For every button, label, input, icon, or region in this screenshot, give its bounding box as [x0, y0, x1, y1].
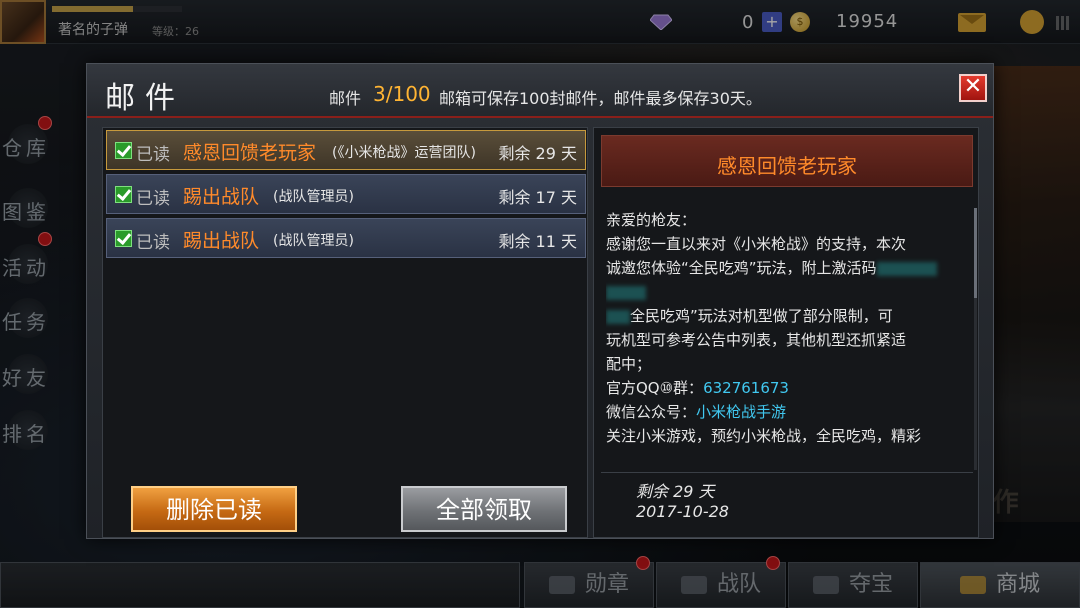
read-status: 已读 [136, 145, 170, 165]
mail-list-item[interactable]: 已读 踢出战队 (战队管理员) 剩余 11 天 [106, 218, 586, 258]
check-icon [115, 186, 132, 203]
read-status: 已读 [136, 189, 170, 209]
mail-body-text: 全民吃鸡”玩法对机型做了部分限制，可 [630, 307, 893, 325]
mail-detail: 感恩回馈老玩家 亲爱的枪友： 感谢您一直以来对《小米枪战》的支持，本次 诚邀您体… [593, 127, 979, 538]
mail-body-line: 感谢您一直以来对《小米枪战》的支持，本次 [606, 235, 907, 253]
wechat-label: 微信公众号： [606, 403, 697, 421]
mail-body-text: 诚邀您体验“全民吃鸡”玩法，附上激活码 [606, 259, 877, 277]
mail-body-line: 关注小米游戏，预约小米枪战，全民吃鸡，精彩 [606, 427, 922, 445]
mailbox-info-text: 邮箱可保存100封邮件，邮件最多保存30天。 [439, 89, 762, 108]
mail-dialog-header: 邮件 邮件 3/100 邮箱可保存100封邮件，邮件最多保存30天。 ✕ [87, 64, 993, 118]
mail-body-line: 亲爱的枪友： [606, 211, 697, 229]
mail-sender: (《小米枪战》运营团队) [332, 145, 476, 161]
mail-remaining-days: 剩余 17 天 [498, 188, 577, 207]
mail-body-line: 诚邀您体验“全民吃鸡”玩法，附上激活码 [606, 256, 972, 280]
read-status: 已读 [136, 233, 170, 253]
mail-count-label: 邮件 [329, 89, 362, 108]
mail-body-line [606, 280, 972, 304]
claim-all-button[interactable]: 全部领取 [401, 486, 567, 532]
mail-subject: 踢出战队 [183, 186, 260, 208]
mail-list-item[interactable]: 已读 踢出战队 (战队管理员) 剩余 17 天 [106, 174, 586, 214]
mail-detail-body[interactable]: 亲爱的枪友： 感谢您一直以来对《小米枪战》的支持，本次 诚邀您体验“全民吃鸡”玩… [606, 208, 972, 470]
mail-body-line: 微信公众号：小米枪战手游 [606, 400, 972, 424]
mail-detail-title-bar: 感恩回馈老玩家 [601, 135, 973, 187]
wechat-account[interactable]: 小米枪战手游 [696, 403, 786, 421]
qq-group-number[interactable]: 632761673 [703, 379, 789, 397]
redacted-code [606, 309, 630, 324]
mail-body-line: 官方QQ⑩群：632761673 [606, 376, 972, 400]
mail-body-line: 配中； [606, 355, 652, 373]
mail-remaining-days: 剩余 11 天 [498, 232, 577, 251]
mail-subject: 踢出战队 [183, 230, 260, 252]
detail-remaining-days: 剩余 29 天 [636, 482, 715, 501]
mail-subject: 感恩回馈老玩家 [183, 142, 317, 164]
check-icon [115, 230, 132, 247]
mail-sender: (战队管理员) [273, 233, 354, 249]
detail-scrollbar-thumb[interactable] [974, 208, 977, 298]
qq-label: 官方QQ⑩群： [606, 379, 704, 397]
redacted-code [876, 261, 937, 276]
mail-sender: (战队管理员) [273, 189, 354, 205]
mail-body-line: 全民吃鸡”玩法对机型做了部分限制，可 [606, 304, 972, 328]
detail-date: 2017-10-28 [636, 502, 729, 521]
mail-list-item[interactable]: 已读 感恩回馈老玩家 (《小米枪战》运营团队) 剩余 29 天 [106, 130, 586, 170]
mail-dialog-title: 邮件 [105, 81, 185, 116]
delete-read-button[interactable]: 删除已读 [131, 486, 297, 532]
mail-list: 已读 感恩回馈老玩家 (《小米枪战》运营团队) 剩余 29 天 已读 踢出战队 … [102, 127, 588, 538]
check-icon [115, 142, 132, 159]
mail-remaining-days: 剩余 29 天 [498, 144, 577, 163]
mail-count-value: 3/100 [373, 82, 431, 106]
redacted-code [606, 285, 646, 300]
mail-body-line: 玩机型可参考公告中列表，其他机型还抓紧适 [606, 331, 907, 349]
mail-dialog: 邮件 邮件 3/100 邮箱可保存100封邮件，邮件最多保存30天。 ✕ 已读 … [86, 63, 994, 539]
close-button[interactable]: ✕ [959, 74, 987, 102]
mail-detail-title: 感恩回馈老玩家 [717, 154, 857, 178]
detail-divider [601, 472, 973, 473]
